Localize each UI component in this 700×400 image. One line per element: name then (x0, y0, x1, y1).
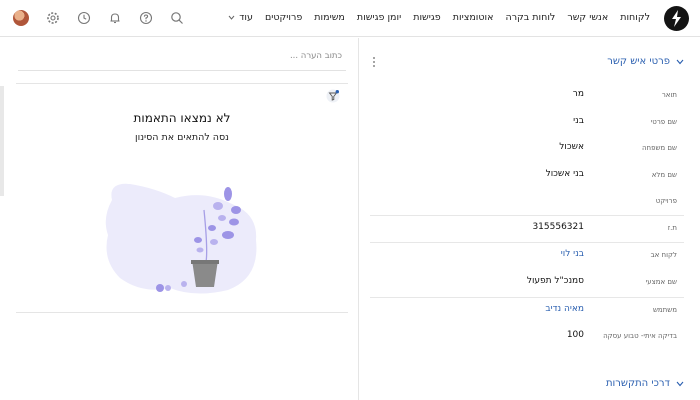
avatar[interactable] (13, 10, 29, 26)
field-label: ת.ז (667, 224, 677, 232)
nav-item-tasks[interactable]: משימות (314, 12, 345, 23)
empty-state-subtitle: נסה להתאים את הסינון (135, 132, 229, 143)
contact-methods-title: דרכי התקשרות (605, 378, 670, 389)
field-row-deal-check: בדיקה איתי- טבוע עסקה 100 (370, 324, 684, 350)
field-value[interactable]: 100 (567, 330, 584, 340)
field-value-link[interactable]: מאיה נדיב (545, 304, 584, 314)
more-options-icon[interactable] (372, 56, 376, 68)
field-label: שם משפחה (641, 144, 677, 152)
details-section-title: פרטי איש קשר (607, 56, 670, 67)
logo-icon[interactable] (664, 6, 689, 31)
field-value[interactable]: בני (573, 116, 584, 126)
main-nav: לקוחות אנשי קשר לוחות בקרה אוטומציות פגי… (228, 12, 650, 23)
field-label: משתמש (652, 306, 677, 314)
field-label: שם מלא (651, 171, 677, 179)
chevron-down-icon (676, 381, 684, 386)
field-value[interactable]: אשכול (559, 142, 584, 152)
field-row-project: פרויקט (370, 189, 684, 215)
field-label: תואר (661, 91, 677, 99)
field-row-full-name: שם מלא בני אשכול (370, 163, 684, 189)
field-label: בדיקה איתי- טבוע עסקה (603, 332, 677, 340)
search-icon[interactable] (170, 11, 184, 25)
bell-icon[interactable] (108, 11, 122, 25)
field-label: פרויקט (655, 197, 677, 205)
field-label: שם אמצעי (645, 278, 677, 286)
field-value[interactable]: בני אשכול (546, 169, 584, 179)
nav-item-customers[interactable]: לקוחות (620, 12, 650, 23)
nav-item-contacts[interactable]: אנשי קשר (567, 12, 608, 23)
field-row-middle-name: שם אמצעי סמנכ"ל תפעול (370, 270, 684, 296)
nav-more-label: עוד (239, 12, 253, 23)
chevron-down-icon (228, 15, 235, 20)
scrollbar-track[interactable] (0, 86, 4, 196)
field-value[interactable]: סמנכ"ל תפעול (527, 276, 584, 286)
nav-item-dashboards[interactable]: לוחות בקרה (505, 12, 555, 23)
nav-item-meeting-calendar[interactable]: יומן פגישות (357, 12, 401, 23)
field-row-id: ת.ז 315556321 (370, 215, 684, 241)
field-row-parent-customer: לקוח אב בני לוי (370, 242, 684, 268)
comment-placeholder: כתוב הערה ... (289, 51, 342, 61)
field-row-title: תואר מר (370, 83, 684, 109)
field-label: לקוח אב (650, 251, 677, 259)
field-label: שם פרטי (650, 118, 677, 126)
panel-divider (358, 38, 359, 400)
filter-icon[interactable] (326, 89, 340, 103)
nav-item-automations[interactable]: אוטומציות (453, 12, 494, 23)
help-icon[interactable] (139, 11, 153, 25)
gear-icon[interactable] (46, 11, 60, 25)
empty-state-illustration (105, 183, 257, 294)
chevron-down-icon (676, 59, 684, 64)
empty-state-title: לא נמצאו התאמות (133, 111, 231, 125)
contact-methods-section-header[interactable]: דרכי התקשרות (606, 378, 684, 389)
nav-item-projects[interactable]: פרויקטים (265, 12, 302, 23)
field-value[interactable]: מר (573, 89, 584, 99)
field-row-user: משתמש מאיה נדיב (370, 297, 684, 323)
clock-icon[interactable] (77, 11, 91, 25)
field-row-last-name: שם משפחה אשכול (370, 136, 684, 162)
field-row-first-name: שם פרטי בני (370, 110, 684, 136)
field-value[interactable]: 315556321 (532, 222, 584, 232)
nav-more-menu[interactable]: עוד (228, 12, 253, 23)
details-section-header[interactable]: פרטי איש קשר (607, 56, 684, 67)
top-bar: לקוחות אנשי קשר לוחות בקרה אוטומציות פגי… (0, 0, 700, 37)
field-value-link[interactable]: בני לוי (561, 249, 584, 259)
comment-input[interactable]: כתוב הערה ... (18, 49, 346, 71)
nav-item-meetings[interactable]: פגישות (413, 12, 441, 23)
